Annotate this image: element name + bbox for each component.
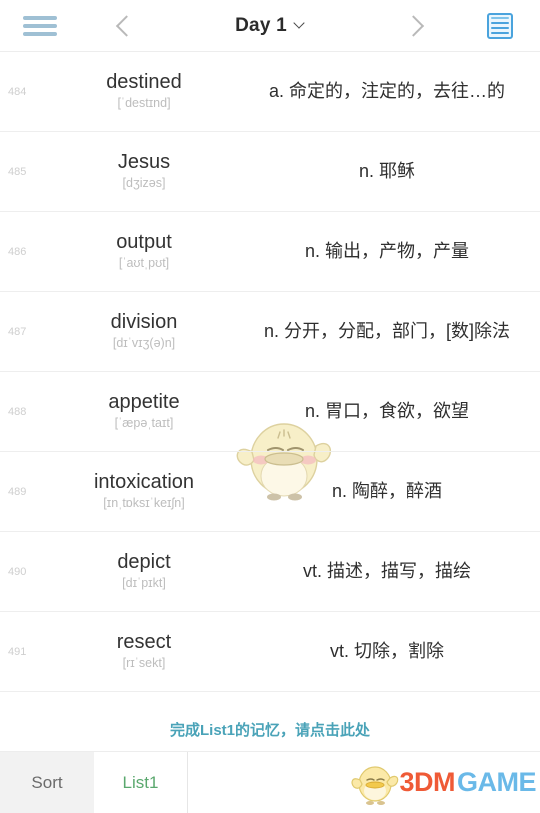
- word-phonetic: [rɪˈsekt]: [122, 656, 166, 671]
- tab-sort[interactable]: Sort: [0, 752, 94, 813]
- word-index: 490: [8, 565, 27, 578]
- word-definition: n. 分开，分配，部门，[数]除法: [263, 321, 510, 342]
- word-term: appetite: [108, 390, 180, 413]
- word-row[interactable]: 485 Jesus [dʒizəs] n. 耶稣: [0, 132, 540, 212]
- word-term-block[interactable]: output [ˈaʊtˌpʊt]: [46, 231, 242, 272]
- chevron-left-icon[interactable]: [116, 11, 134, 41]
- word-definition: n. 输出，产物，产量: [304, 241, 469, 262]
- top-header: Day 1: [0, 0, 540, 52]
- word-phonetic: [ˈæpəˌtaɪt]: [114, 416, 174, 431]
- menu-button[interactable]: [0, 15, 80, 36]
- word-term: destined: [106, 70, 182, 93]
- word-phonetic: [ˈdestɪnd]: [117, 96, 171, 111]
- finish-list-bar[interactable]: 完成List1的记忆，请点击此处: [0, 707, 540, 751]
- word-term-block[interactable]: destined [ˈdestɪnd]: [46, 71, 242, 112]
- finish-list-link[interactable]: 完成List1的记忆，请点击此处: [170, 719, 370, 740]
- word-term-block[interactable]: depict [dɪˈpɪkt]: [46, 551, 242, 592]
- word-definition: n. 胃口，食欲，欲望: [304, 401, 469, 422]
- brand-area: 3DM GAME: [188, 752, 540, 813]
- word-index: 489: [8, 485, 27, 498]
- word-list[interactable]: 484 destined [ˈdestɪnd] a. 命定的，注定的，去往…的 485 J…: [0, 52, 540, 707]
- word-definition: n. 耶稣: [358, 161, 415, 182]
- word-term-block[interactable]: appetite [ˈæpəˌtaɪt]: [46, 391, 242, 432]
- list-view-icon[interactable]: [487, 12, 513, 39]
- word-phonetic: [dɪˈpɪkt]: [122, 576, 166, 591]
- word-phonetic: [ɪnˌtɒksɪˈkeɪʃn]: [103, 496, 185, 511]
- word-row[interactable]: 490 depict [dɪˈpɪkt] vt. 描述，描写，描绘: [0, 532, 540, 612]
- chick-mascot-icon: [351, 765, 399, 805]
- bottom-tab-bar: Sort List1 3DM GAME: [0, 751, 540, 813]
- list-view-button[interactable]: [460, 12, 540, 39]
- word-index: 488: [8, 405, 27, 418]
- word-term: division: [110, 310, 178, 333]
- previous-day-button[interactable]: [80, 11, 170, 41]
- chevron-down-icon[interactable]: [294, 20, 305, 31]
- word-term-block[interactable]: resect [rɪˈsekt]: [46, 631, 242, 672]
- page-title: Day 1: [235, 14, 287, 36]
- next-day-button[interactable]: [370, 11, 460, 41]
- word-index: 485: [8, 165, 27, 178]
- word-phonetic: [dɪˈvɪʒ(ə)n]: [112, 336, 176, 351]
- hamburger-menu-icon[interactable]: [23, 15, 57, 36]
- word-definition: vt. 描述，描写，描绘: [302, 561, 471, 582]
- word-definition: vt. 切除，割除: [329, 641, 444, 662]
- word-term: resect: [116, 630, 172, 653]
- word-definition: a. 命定的，注定的，去往…的: [268, 81, 505, 102]
- word-row[interactable]: 487 division [dɪˈvɪʒ(ə)n] n. 分开，分配，部门，[数]除法: [0, 292, 540, 372]
- word-term: Jesus: [117, 150, 171, 173]
- tab-list1-label: List1: [122, 772, 159, 792]
- tab-sort-label: Sort: [31, 772, 63, 792]
- word-row[interactable]: 488 appetite [ˈæpəˌtaɪt] n. 胃口，食欲，欲望: [0, 372, 540, 452]
- brand-3dm-text: 3DM: [399, 767, 455, 797]
- word-term-block[interactable]: division [dɪˈvɪʒ(ə)n]: [46, 311, 242, 352]
- word-row[interactable]: 489 intoxication [ɪnˌtɒksɪˈkeɪʃn] n. 陶醉，醉酒: [0, 452, 540, 532]
- word-index: 487: [8, 325, 27, 338]
- brand-game-text: GAME: [457, 767, 537, 797]
- word-term: depict: [117, 550, 171, 573]
- word-term-block[interactable]: Jesus [dʒizəs]: [46, 151, 242, 192]
- brand-logo: 3DM GAME: [349, 760, 537, 806]
- word-index: 484: [8, 85, 27, 98]
- word-row[interactable]: 486 output [ˈaʊtˌpʊt] n. 输出，产物，产量: [0, 212, 540, 292]
- word-term-block[interactable]: intoxication [ɪnˌtɒksɪˈkeɪʃn]: [46, 471, 242, 512]
- tab-list1[interactable]: List1: [94, 752, 188, 813]
- app-root: Day 1 484 destined [ˈdestɪnd] a. 命定的，注定的…: [0, 0, 540, 813]
- word-phonetic: [dʒizəs]: [122, 176, 166, 191]
- word-index: 486: [8, 245, 27, 258]
- word-index: 491: [8, 645, 27, 658]
- word-phonetic: [ˈaʊtˌpʊt]: [118, 256, 170, 271]
- word-row[interactable]: 484 destined [ˈdestɪnd] a. 命定的，注定的，去往…的: [0, 52, 540, 132]
- chevron-right-icon[interactable]: [406, 11, 424, 41]
- word-row[interactable]: 491 resect [rɪˈsekt] vt. 切除，割除: [0, 612, 540, 692]
- word-term: intoxication: [93, 470, 195, 493]
- word-definition: n. 陶醉，醉酒: [331, 481, 442, 502]
- word-term: output: [116, 230, 172, 253]
- day-selector[interactable]: Day 1: [170, 15, 370, 37]
